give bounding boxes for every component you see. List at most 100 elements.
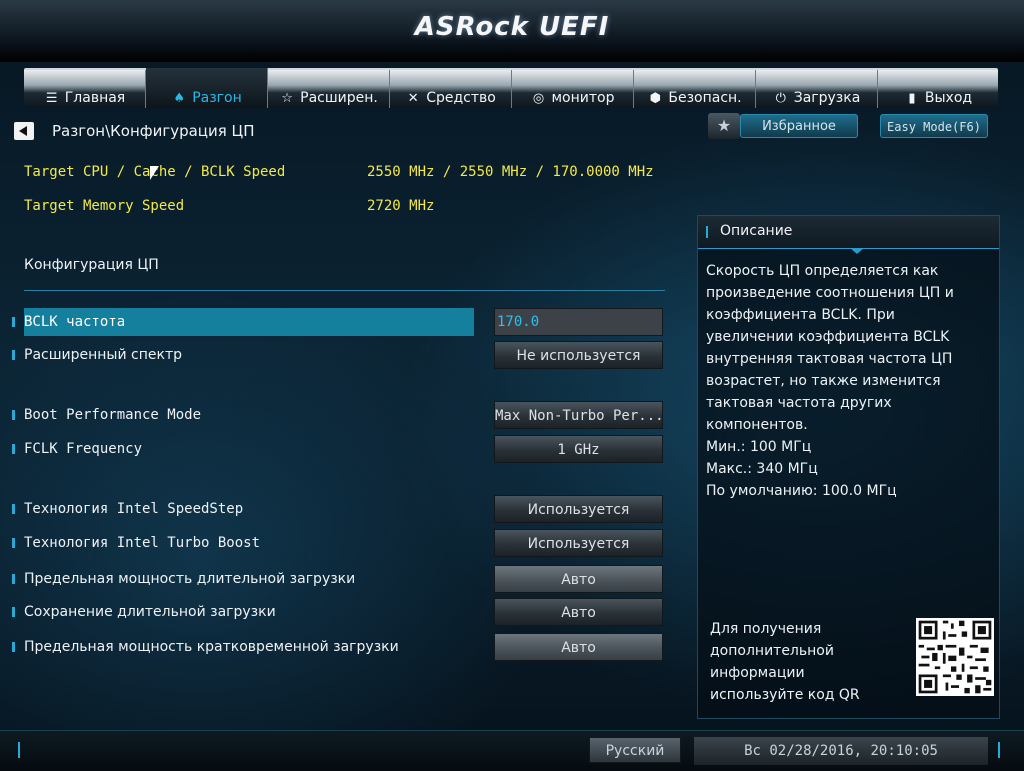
tab-overclock[interactable]: ♠ Разгон [146,68,268,108]
setting-label: Технология Intel SpeedStep [24,501,244,517]
bottom-left-marker [18,742,20,758]
tab-boot[interactable]: ⏻ Загрузка [756,70,878,108]
setting-label: Предельная мощность длительной загрузки [24,571,356,587]
qr-hint-line: используйте код QR [710,687,860,703]
tab-exit[interactable]: ▮ Выход [878,70,998,108]
qr-hint-line: Для получения [710,621,822,637]
tab-label: Средство [426,90,496,106]
easy-mode-button[interactable]: Easy Mode(F6) [880,114,988,138]
tab-tools[interactable]: ✕ Средство [390,70,512,108]
long-duration-select[interactable]: Авто [494,598,663,626]
bclk-frequency-input[interactable] [494,308,663,336]
description-line: увеличении коэффициента BCLK [706,329,950,345]
breadcrumb: Разгон\Конфигурация ЦП [52,122,255,140]
setting-label: Технология Intel Turbo Boost [24,535,261,551]
description-line: возрастет, но также изменится [706,373,941,389]
tab-main[interactable]: ☰ Главная [24,70,146,108]
language-button[interactable]: Русский [589,737,681,763]
setting-label: BCLK частота [24,308,474,336]
fclk-frequency-select[interactable]: 1 GHz [494,435,663,463]
star-outline-icon: ☆ [281,91,293,106]
setting-label: Сохранение длительной загрузки [24,604,276,620]
description-line: Скорость ЦП определяется как [706,263,939,279]
setting-label: Предельная мощность кратковременной загр… [24,639,399,655]
date-time-display: Вс 02/28/2016, 20:10:05 [694,737,988,765]
setting-row-spread-spectrum[interactable]: Расширенный спектр Не используется [12,341,672,369]
row-marker [12,350,15,360]
description-line: внутренняя тактовая частота ЦП [706,351,953,367]
row-marker [12,538,15,548]
description-notch [850,248,864,254]
setting-label: Расширенный спектр [24,347,182,363]
qr-hint-line: дополнительной [710,643,834,659]
row-marker [12,444,15,454]
qr-code-icon [916,618,994,696]
description-line: Макс.: 340 МГц [706,461,818,477]
setting-row-long-power-limit[interactable]: Предельная мощность длительной загрузки … [12,565,672,593]
description-line: Мин.: 100 МГц [706,439,812,455]
turbo-boost-select[interactable]: Используется [494,529,663,557]
tab-advanced[interactable]: ☆ Расширен. [268,70,390,108]
favorites-button[interactable]: Избранное [740,114,858,138]
tools-icon: ✕ [407,91,419,106]
tab-label: Разгон [192,90,242,106]
bottom-right-marker [998,742,1000,758]
asrock-uefi-logo: ASRock UEFI [414,12,610,42]
description-title: Описание [720,223,793,239]
mouse-cursor-icon [150,166,159,180]
description-line: компонентов. [706,417,808,433]
setting-row-long-duration[interactable]: Сохранение длительной загрузки Авто [12,598,672,626]
tab-label: Расширен. [300,90,378,106]
exit-icon: ▮ [908,91,916,106]
qr-hint-text: Для получения дополнительной информации … [710,618,900,706]
setting-row-bclk[interactable]: BCLK частота [12,308,672,336]
row-marker [12,504,15,514]
section-title: Конфигурация ЦП [24,257,159,273]
info-value-target-memory: 2720 MHz [367,198,435,214]
info-value-target-cpu: 2550 MHz / 2550 MHz / 170.0000 MHz [367,164,654,180]
info-label-target-memory: Target Memory Speed [24,198,185,214]
description-header: Описание [698,216,999,249]
speedstep-select[interactable]: Используется [494,495,663,523]
setting-row-turbo-boost[interactable]: Технология Intel Turbo Boost Используетс… [12,529,672,557]
back-arrow-button[interactable] [14,122,34,140]
main-nav-bar: ☰ Главная ♠ Разгон ☆ Расширен. ✕ Средств… [24,68,998,108]
flame-icon: ♠ [173,91,186,106]
header-marker [706,226,708,238]
tab-security[interactable]: ⬢ Безопасн. [634,70,756,108]
row-marker [12,574,15,584]
boot-performance-select[interactable]: Max Non-Turbo Per... [494,401,663,429]
monitor-icon: ◎ [532,91,545,106]
tab-monitor[interactable]: ◎ монитор [512,70,634,108]
tab-label: монитор [551,90,615,106]
description-panel: Описание Скорость ЦП определяется как пр… [697,215,1000,719]
setting-row-speedstep[interactable]: Технология Intel SpeedStep Используется [12,495,672,523]
description-line: По умолчанию: 100.0 МГц [706,483,897,499]
description-line: произведение соотношения ЦП и [706,285,954,301]
setting-label: FCLK Frequency [24,441,143,457]
description-line: коэффициента BCLK. При [706,307,895,323]
section-divider [24,290,665,291]
row-marker [12,642,15,652]
short-power-limit-select[interactable]: Авто [494,633,663,661]
top-brand-bar: ASRock UEFI [0,0,1024,62]
shield-icon: ⬢ [649,91,662,106]
tab-label: Загрузка [793,90,861,106]
power-icon: ⏻ [775,91,786,106]
description-line: тактовая частота других [706,395,892,411]
favorites-star-icon[interactable]: ★ [708,113,740,139]
spread-spectrum-select[interactable]: Не используется [494,341,663,369]
long-power-limit-select[interactable]: Авто [494,565,663,593]
tab-label: Главная [64,90,126,106]
row-marker [12,410,15,420]
setting-label: Boot Performance Mode [24,407,202,423]
tab-label: Выход [924,90,973,106]
setting-row-fclk[interactable]: FCLK Frequency 1 GHz [12,435,672,463]
qr-hint-line: информации [710,665,805,681]
row-marker [12,317,15,327]
setting-row-short-power-limit[interactable]: Предельная мощность кратковременной загр… [12,633,672,661]
row-marker [12,607,15,617]
list-icon: ☰ [45,91,58,106]
tab-label: Безопасн. [668,90,742,106]
setting-row-boot-performance[interactable]: Boot Performance Mode Max Non-Turbo Per.… [12,401,672,429]
